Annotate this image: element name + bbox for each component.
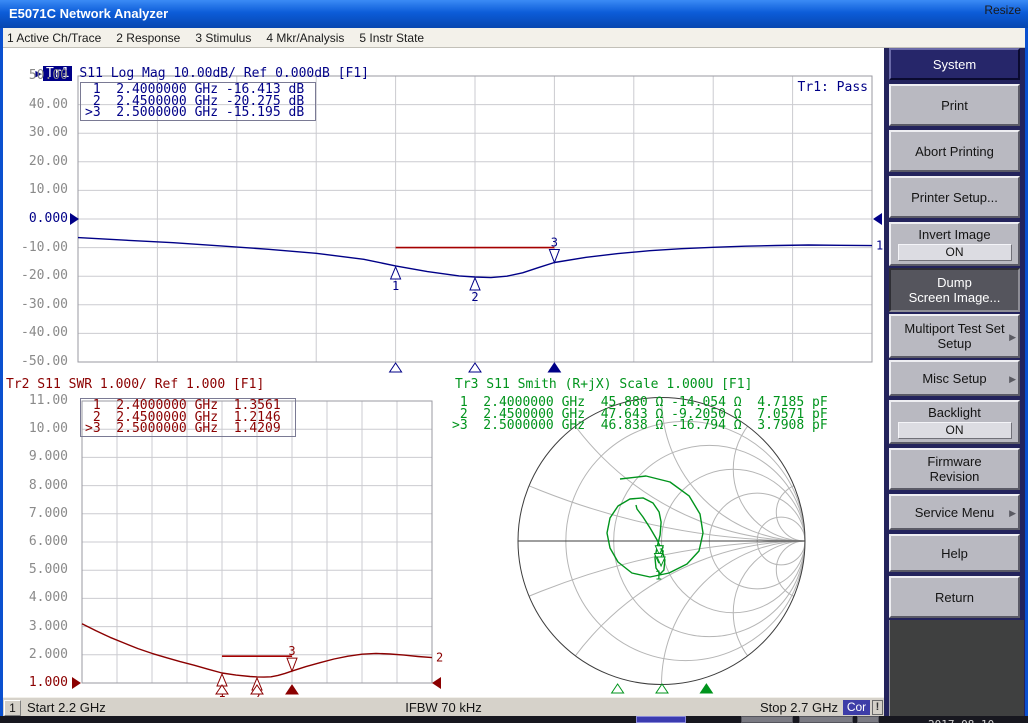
app-window: E5071C Network Analyzer 1 Active Ch/Trac… [0,0,1028,723]
softkey-label: Screen Image... [909,290,1001,305]
y-axis-label: 40.00 [10,98,68,112]
softkey-label: Dump [937,275,972,290]
y-axis-label: 9.000 [10,450,68,464]
trace1-marker-table: 1 2.4000000 GHz -16.413 dB 2 2.4500000 G… [80,82,316,121]
y-axis-label: 6.000 [10,535,68,549]
y-axis-label: 3.000 [10,620,68,634]
softkey-label: Printer Setup... [911,190,998,205]
softkey-backlight[interactable]: Backlight ON [889,400,1020,444]
y-axis-label: -10.00 [10,241,68,255]
softkey-sidebar: System Print Abort Printing Printer Setup.… [884,48,1025,716]
y-axis-label: 2.000 [10,648,68,662]
softkey-label: Help [941,546,968,561]
warning-badge: ! [872,700,883,715]
taskbar-item[interactable] [799,716,853,723]
taskbar-strip: 2017-08-10 10:11 [0,716,1028,723]
marker-table-row: >3 2.5000000 GHz 46.838 Ω -16.794 Ω 3.79… [452,420,828,432]
trace1-title[interactable]: S11 Log Mag 10.00dB/ Ref 0.000dB [F1] [79,66,369,81]
submenu-arrow-icon: ▶ [1009,372,1016,387]
menu-item-2[interactable]: 2 Response [116,31,180,45]
softkey-menu-title: System [889,48,1020,80]
status-bar: 1 Start 2.2 GHz IFBW 70 kHz Stop 2.7 GHz… [3,697,884,716]
softkey-state-value: ON [898,422,1012,439]
y-axis-label: 10.00 [10,422,68,436]
ifbw-readout: IFBW 70 kHz [3,700,884,715]
y-axis-label: 4.000 [10,591,68,605]
softkey-label: Multiport Test Set [904,321,1004,336]
trace2-marker-table: 1 2.4000000 GHz 1.3561 2 2.4500000 GHz 1… [80,398,296,437]
y-axis-label: 1.000 [10,676,68,690]
y-axis-label: 7.000 [10,507,68,521]
y-axis-label: 30.00 [10,126,68,140]
softkey-label: Setup [938,336,972,351]
menu-item-4[interactable]: 4 Mkr/Analysis [266,31,344,45]
marker-table-row: >3 2.5000000 GHz 1.4209 [85,423,295,435]
y-axis-label: 10.00 [10,183,68,197]
y-axis-label: 11.00 [10,394,68,408]
softkey-help[interactable]: Help [889,534,1020,572]
y-axis-label: 5.000 [10,563,68,577]
taskbar-item[interactable] [741,716,793,723]
menu-item-5[interactable]: 5 Instr State [359,31,424,45]
y-axis-label: -40.00 [10,326,68,340]
y-axis-label: 20.00 [10,155,68,169]
softkey-print[interactable]: Print [889,84,1020,126]
softkey-service-menu[interactable]: Service Menu ▶ [889,494,1020,530]
marker-table-row: >3 2.5000000 GHz -15.195 dB [85,107,315,119]
y-axis-label: -20.00 [10,269,68,283]
trace2-header[interactable]: Tr2 S11 SWR 1.000/ Ref 1.000 [F1] [6,377,264,392]
softkey-abort-printing[interactable]: Abort Printing [889,130,1020,172]
softkey-state-value: ON [898,244,1012,261]
clock-partial: 2017-08-10 10:11 [928,718,1028,723]
softkey-multiport-test-set-setup[interactable]: Multiport Test SetSetup ▶ [889,314,1020,358]
correction-badge: Cor [843,700,870,715]
menu-item-3[interactable]: 3 Stimulus [195,31,251,45]
softkey-misc-setup[interactable]: Misc Setup ▶ [889,360,1020,396]
softkey-printer-setup[interactable]: Printer Setup... [889,176,1020,218]
y-axis-label: -50.00 [10,355,68,369]
y-axis-label: 50.00 [10,69,68,83]
softkey-invert-image[interactable]: Invert Image ON [889,222,1020,266]
softkey-return[interactable]: Return [889,576,1020,618]
softkey-label: Print [941,98,968,113]
submenu-arrow-icon: ▶ [1009,506,1016,521]
taskbar-item[interactable] [857,716,879,723]
menubar: 1 Active Ch/Trace 2 Response 3 Stimulus 4 M… [0,28,1028,48]
trace3-header[interactable]: Tr3 S11 Smith (R+jX) Scale 1.000U [F1] [455,377,752,392]
softkey-label: Return [935,590,974,605]
y-axis-label: 0.000 [10,212,68,226]
limit-test-result: Tr1: Pass [740,80,868,95]
softkey-label: Firmware [927,454,981,469]
menu-item-1[interactable]: 1 Active Ch/Trace [7,31,101,45]
softkey-firmware-revision[interactable]: FirmwareRevision [889,448,1020,490]
resize-button[interactable]: Resize [984,3,1021,17]
softkey-dump-screen-image[interactable]: DumpScreen Image... [889,268,1020,312]
softkey-label: Misc Setup [922,371,986,386]
softkey-label: Invert Image [918,227,990,242]
sweep-stop-readout: Stop 2.7 GHz [760,700,838,715]
taskbar-item-active[interactable] [636,716,686,723]
softkey-label: Revision [930,469,980,484]
submenu-arrow-icon: ▶ [1009,330,1016,345]
sidebar-empty-area [889,620,1024,716]
y-axis-label: 8.000 [10,479,68,493]
instrument-screen [3,48,884,697]
y-axis-label: -30.00 [10,298,68,312]
softkey-label: Abort Printing [915,144,994,159]
titlebar: E5071C Network Analyzer [0,0,1028,28]
window-title: E5071C Network Analyzer [9,6,168,21]
trace3-marker-readout: 1 2.4000000 GHz 45.880 Ω -14.054 Ω 4.718… [452,397,828,432]
softkey-label: Backlight [928,405,981,420]
softkey-label: Service Menu [915,505,994,520]
